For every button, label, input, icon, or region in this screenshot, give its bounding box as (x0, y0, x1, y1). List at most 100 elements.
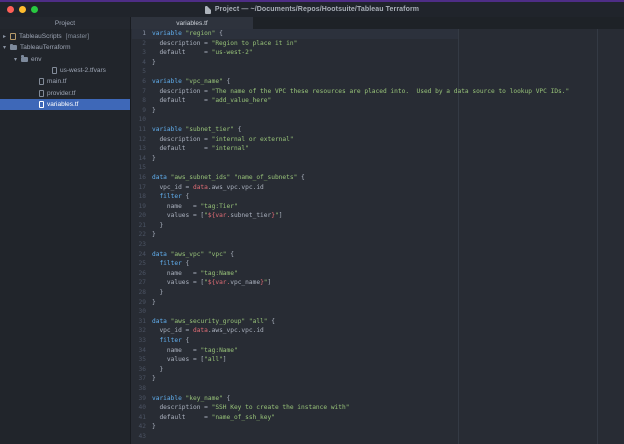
line-content: variable "region" { (152, 30, 223, 37)
code-line-36[interactable]: 36 } (132, 365, 624, 375)
chrome-row: Project variables.tf (0, 17, 624, 29)
chevron-right-icon[interactable]: ▸ (3, 33, 10, 40)
code-line-35[interactable]: 35 values = ["all"] (132, 355, 624, 365)
tab-variables-tf[interactable]: variables.tf (131, 17, 253, 29)
line-number: 35 (138, 356, 146, 364)
code-line-27[interactable]: 27 values = ["${var.vpc_name}"] (132, 278, 624, 288)
code-line-2[interactable]: 2 description = "Region to place it in" (132, 39, 624, 49)
code-line-12[interactable]: 12 description = "internal or external" (132, 135, 624, 145)
line-content: default = "us-west-2" (152, 49, 253, 57)
line-content: vpc_id = data.aws_vpc.vpc.id (152, 327, 264, 335)
line-number: 36 (138, 365, 146, 373)
sidebar-item-main-tf[interactable]: main.tf (0, 76, 130, 87)
code-line-5[interactable]: 5 (132, 67, 624, 77)
line-number: 24 (138, 250, 146, 258)
line-number: 5 (142, 68, 146, 76)
code-line-4[interactable]: 4} (132, 58, 624, 68)
code-line-33[interactable]: 33 filter { (132, 336, 624, 346)
sidebar-item-label: variables.tf (47, 100, 79, 108)
editor-pane[interactable]: 1 variable "region" {2 description = "Reg… (132, 29, 624, 444)
sidebar-item-label: us-west-2.tfvars (60, 67, 106, 75)
line-number: 42 (138, 423, 146, 431)
code-line-34[interactable]: 34 name = "tag:Name" (132, 346, 624, 356)
line-number: 25 (138, 260, 146, 268)
close-button[interactable] (7, 6, 14, 13)
line-content: filter { (159, 337, 190, 344)
line-content: filter { (159, 260, 190, 268)
sidebar-item-variables-tf[interactable]: variables.tf (0, 98, 130, 111)
code-line-40[interactable]: 40 description = "SSH Key to create the … (132, 403, 624, 413)
line-number: 22 (138, 231, 146, 239)
line-content: description = "SSH Key to create the ins… (152, 404, 350, 412)
sidebar-item-label: TableauScripts (19, 33, 62, 41)
line-content: data "aws_security_group" "all" { (152, 317, 275, 325)
code-line-24[interactable]: 24 data "aws_vpc" "vpc" { (132, 250, 624, 260)
code-line-39[interactable]: 39 variable "key_name" { (132, 394, 624, 404)
folder-icon (10, 43, 17, 51)
code-line-42[interactable]: 42} (132, 422, 624, 432)
code-line-13[interactable]: 13 default = "internal" (132, 144, 624, 154)
code-line-29[interactable]: 29} (132, 298, 624, 308)
chevron-down-icon[interactable]: ▾ (14, 56, 21, 63)
line-content: } (152, 289, 164, 297)
code-line-30[interactable]: 30 (132, 307, 624, 317)
sidebar-item-env[interactable]: ▾ env (0, 54, 130, 65)
sidebar-item-us-west-2-tfvars[interactable]: us-west-2.tfvars (0, 65, 130, 76)
chevron-down-icon[interactable]: ▾ (3, 44, 10, 51)
code-line-7[interactable]: 7 description = "The name of the VPC the… (132, 87, 624, 97)
code-line-28[interactable]: 28 } (132, 288, 624, 298)
sidebar-item-label: env (31, 55, 42, 63)
code-line-37[interactable]: 37} (132, 374, 624, 384)
line-content: variable "vpc_name" { (152, 77, 231, 85)
code-line-15[interactable]: 15 (132, 163, 624, 173)
code-line-32[interactable]: 32 vpc_id = data.aws_vpc.vpc.id (132, 326, 624, 336)
code-line-19[interactable]: 19 name = "tag:Tier" (132, 202, 624, 212)
line-number: 16 (138, 173, 146, 181)
project-pane-header[interactable]: Project (0, 17, 131, 29)
line-content: variable "subnet_tier" { (152, 125, 242, 133)
sidebar-item-label: provider.tf (47, 89, 76, 97)
code-line-18[interactable]: 18 filter { (132, 192, 624, 202)
code-line-14[interactable]: 14} (132, 154, 624, 164)
code-line-20[interactable]: 20 values = ["${var.subnet_tier}"] (132, 211, 624, 221)
line-content: variable "key_name" { (152, 394, 231, 402)
code-line-16[interactable]: 16 data "aws_subnet_ids" "name_of_subnets… (132, 173, 624, 183)
code-line-10[interactable]: 10 (132, 115, 624, 125)
code-line-43[interactable]: 43 (132, 432, 624, 442)
line-number: 41 (138, 413, 146, 421)
line-content: values = ["all"] (152, 356, 227, 364)
sidebar-item-tableauterraform[interactable]: ▾ TableauTerraform (0, 42, 130, 53)
code-line-1[interactable]: 1 variable "region" { (132, 29, 624, 39)
document-icon (204, 5, 211, 14)
code-line-25[interactable]: 25 filter { (132, 259, 624, 269)
titlebar: Project — ~/Documents/Repos/Hootsuite/Ta… (0, 2, 624, 17)
code-line-21[interactable]: 21 } (132, 221, 624, 231)
line-content: name = "tag:Tier" (152, 202, 238, 210)
code-line-26[interactable]: 26 name = "tag:Name" (132, 269, 624, 279)
code-line-6[interactable]: 6 variable "vpc_name" { (132, 77, 624, 87)
file-icon (52, 67, 57, 75)
line-content: description = "The name of the VPC these… (152, 87, 570, 95)
code-line-22[interactable]: 22} (132, 230, 624, 240)
zoom-button[interactable] (31, 6, 38, 13)
tab-bar: variables.tf (131, 17, 624, 29)
code-line-41[interactable]: 41 default = "name_of_ssh_key" (132, 413, 624, 423)
minimize-button[interactable] (19, 6, 26, 13)
sidebar-item-label: TableauTerraform (20, 44, 71, 52)
sidebar-item-label: main.tf (47, 78, 67, 86)
code-line-8[interactable]: 8 default = "add_value_here" (132, 96, 624, 106)
line-content: description = "Region to place it in" (152, 39, 298, 47)
code-line-31[interactable]: 31 data "aws_security_group" "all" { (132, 317, 624, 327)
line-content: } (152, 365, 164, 373)
line-content: name = "tag:Name" (152, 346, 238, 354)
code-line-38[interactable]: 38 (132, 384, 624, 394)
line-number: 13 (138, 145, 146, 153)
repo-icon (10, 33, 16, 41)
code-line-3[interactable]: 3 default = "us-west-2" (132, 48, 624, 58)
code-line-17[interactable]: 17 vpc_id = data.aws_vpc.vpc.id (132, 183, 624, 193)
code-line-23[interactable]: 23 (132, 240, 624, 250)
sidebar-item-tableauscripts[interactable]: ▸ TableauScripts [master] (0, 31, 130, 42)
sidebar-item-provider-tf[interactable]: provider.tf (0, 87, 130, 98)
code-line-9[interactable]: 9} (132, 106, 624, 116)
code-line-11[interactable]: 11 variable "subnet_tier" { (132, 125, 624, 135)
